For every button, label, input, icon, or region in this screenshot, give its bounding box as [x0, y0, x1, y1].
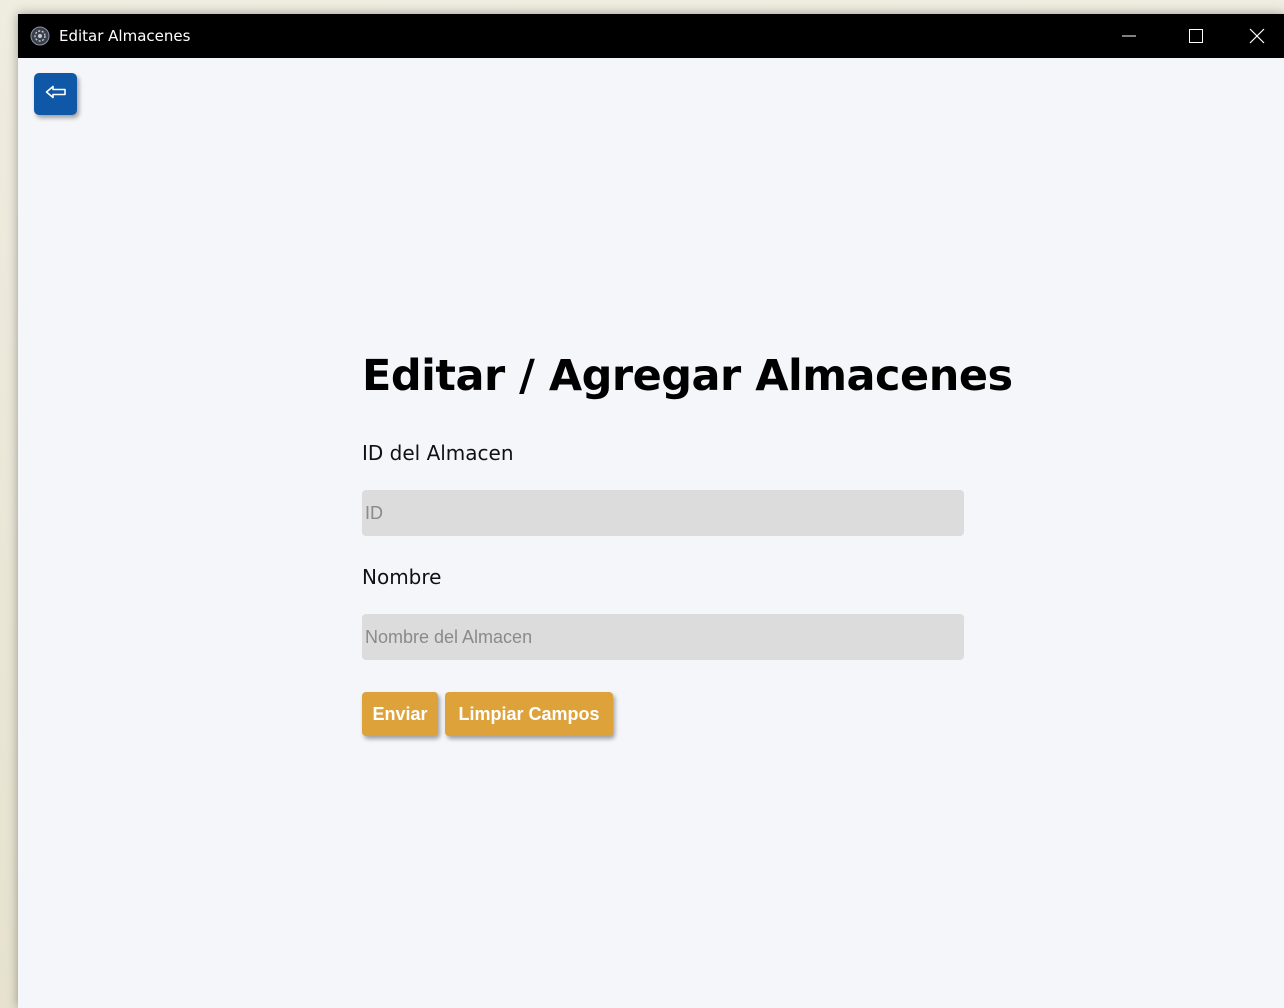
arrow-left-icon	[45, 85, 67, 104]
back-button[interactable]	[34, 73, 77, 115]
app-window: Editar Almacenes Editar / Agregar Almace…	[18, 14, 1284, 1008]
app-icon	[30, 26, 50, 46]
page-title: Editar / Agregar Almacenes	[362, 351, 1013, 401]
close-icon	[1249, 28, 1265, 44]
maximize-button[interactable]	[1163, 14, 1229, 58]
close-button[interactable]	[1230, 14, 1284, 58]
minimize-button[interactable]	[1096, 14, 1162, 58]
id-input[interactable]	[362, 490, 964, 536]
nombre-input[interactable]	[362, 614, 964, 660]
id-label: ID del Almacen	[362, 441, 514, 465]
main-content: Editar / Agregar Almacenes ID del Almace…	[18, 58, 1284, 1008]
clear-fields-button[interactable]: Limpiar Campos	[445, 692, 613, 736]
submit-button[interactable]: Enviar	[362, 692, 438, 736]
window-title: Editar Almacenes	[59, 27, 191, 45]
nombre-label: Nombre	[362, 565, 442, 589]
maximize-icon	[1188, 28, 1204, 44]
minimize-icon	[1121, 28, 1137, 44]
title-bar[interactable]: Editar Almacenes	[18, 14, 1284, 58]
